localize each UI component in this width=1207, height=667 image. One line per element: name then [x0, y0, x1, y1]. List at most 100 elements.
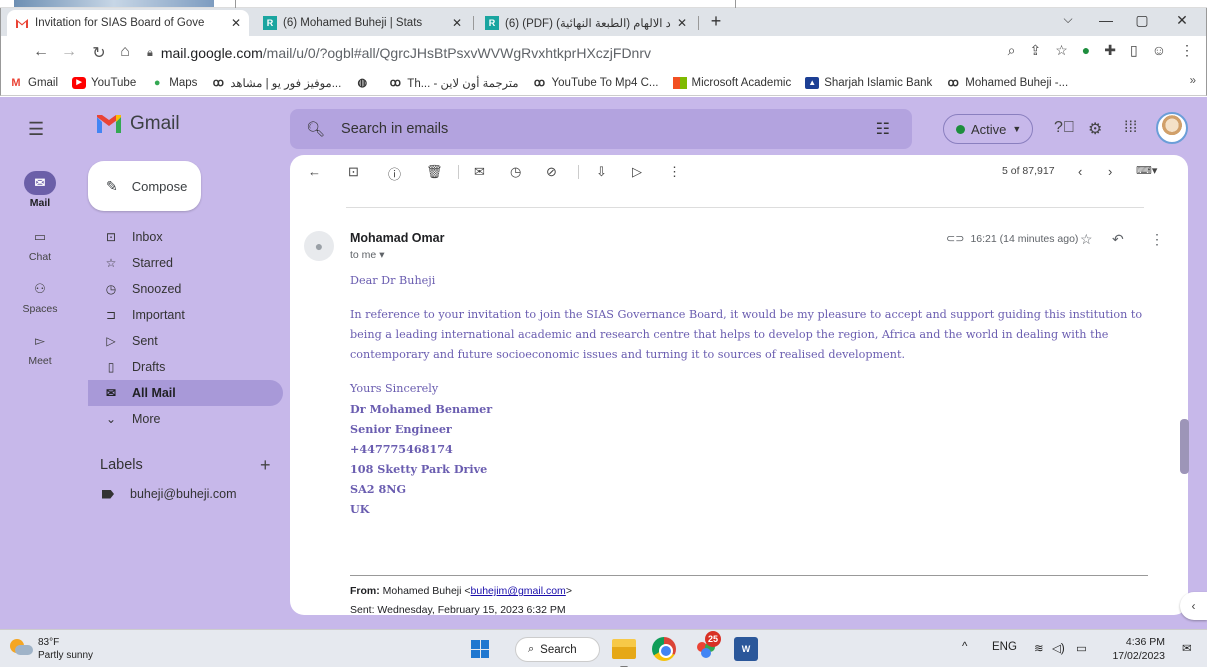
- bookmark-sib[interactable]: ▲ Sharjah Islamic Bank: [805, 76, 932, 89]
- bookmark-youtube[interactable]: ▶ YouTube: [72, 76, 136, 89]
- new-tab-button[interactable]: +: [704, 10, 728, 34]
- grammarly-icon[interactable]: ●: [1082, 42, 1090, 59]
- close-icon[interactable]: ✕: [452, 16, 462, 30]
- search-bar[interactable]: 🔍︎ Search in emails ☷: [290, 109, 912, 149]
- bookmark-star-icon[interactable]: ☆: [1055, 42, 1068, 59]
- bookmark-gmail[interactable]: M Gmail: [9, 77, 58, 89]
- bookmark-globe[interactable]: ◍: [355, 77, 374, 89]
- bookmark-maps[interactable]: ● Maps: [150, 77, 197, 89]
- signature-name: Dr Mohamed Benamer: [350, 402, 493, 416]
- snooze-icon[interactable]: ◷: [510, 164, 521, 180]
- tray-chevron-icon[interactable]: ^: [962, 641, 967, 653]
- bookmarks-overflow[interactable]: »: [1190, 75, 1196, 87]
- word-icon[interactable]: W: [734, 637, 758, 661]
- minimize-button[interactable]: —: [1091, 12, 1121, 28]
- window-close-button[interactable]: ✕: [1167, 12, 1197, 29]
- chrome-icon[interactable]: [652, 637, 676, 661]
- nav-inbox[interactable]: ⊡ Inbox: [88, 224, 283, 250]
- bookmark-translate[interactable]: ꝏ Th... - مترجمة أون لاين: [388, 76, 519, 90]
- rail-chat[interactable]: ▭ Chat: [0, 225, 80, 263]
- next-icon[interactable]: ›: [1108, 164, 1112, 179]
- add-task-icon[interactable]: ⊘: [546, 164, 557, 180]
- filter-icon[interactable]: ☷: [876, 119, 890, 139]
- archive-icon[interactable]: ⊡: [348, 164, 359, 180]
- menu-dots-icon[interactable]: ⋮: [1180, 42, 1194, 59]
- search-icon[interactable]: 🔍︎: [306, 120, 325, 138]
- back-icon[interactable]: ←: [31, 43, 51, 61]
- label-icon[interactable]: ▷: [632, 164, 642, 180]
- back-arrow-icon[interactable]: ←: [308, 164, 321, 179]
- rail-meet[interactable]: ▻ Meet: [0, 329, 80, 367]
- mail-icon: ✉: [24, 171, 56, 195]
- nav-important[interactable]: ⊐ Important: [88, 302, 283, 328]
- main-menu-icon[interactable]: ☰: [28, 119, 44, 140]
- more-vert-icon[interactable]: ⋮: [668, 164, 681, 180]
- gmail-logo[interactable]: Gmail: [96, 113, 180, 135]
- status-selector[interactable]: Active ▼: [943, 114, 1033, 144]
- scrollbar[interactable]: [1180, 419, 1189, 474]
- zoom-icon[interactable]: ⌕: [1008, 42, 1016, 59]
- keyboard-icon[interactable]: ⌨▾: [1136, 164, 1157, 177]
- forward-icon[interactable]: →: [59, 43, 79, 61]
- notifications-icon[interactable]: ✉: [1182, 641, 1192, 655]
- rail-mail[interactable]: ✉ Mail: [0, 171, 80, 209]
- rail-spaces[interactable]: ⚇ Spaces: [0, 277, 80, 315]
- tab-gmail[interactable]: Invitation for SIAS Board of Gove ✕: [7, 10, 249, 36]
- reply-icon[interactable]: ↶: [1112, 231, 1124, 248]
- bookmark-movies[interactable]: ꝏ موفيز فور يو | مشاهد...: [211, 76, 342, 90]
- delete-icon[interactable]: 🗑︎: [426, 164, 443, 180]
- account-avatar[interactable]: [1156, 112, 1188, 144]
- rail-label: Mail: [29, 197, 51, 209]
- windows-start-icon[interactable]: [471, 640, 489, 658]
- home-icon[interactable]: ⌂: [115, 43, 135, 61]
- close-icon[interactable]: ✕: [231, 16, 241, 30]
- prev-icon[interactable]: ‹: [1078, 164, 1082, 179]
- recipient-details[interactable]: to me ▾: [350, 249, 384, 261]
- reload-icon[interactable]: ↻: [89, 43, 109, 63]
- tab-pdf[interactable]: R (6) (PDF) (الطبعة النهائية) اد الالهام…: [477, 10, 695, 36]
- compose-button[interactable]: ✎ Compose: [88, 161, 201, 211]
- wifi-icon[interactable]: ≋: [1034, 641, 1044, 655]
- side-panel-toggle[interactable]: ‹: [1180, 592, 1207, 620]
- restore-button[interactable]: ▢: [1127, 12, 1157, 29]
- nav-starred[interactable]: ☆ Starred: [88, 250, 283, 276]
- settings-gear-icon[interactable]: ⚙: [1088, 119, 1102, 139]
- language-indicator[interactable]: ENG: [992, 641, 1017, 653]
- apps-grid-icon[interactable]: ⁞⁞⁞: [1124, 119, 1137, 137]
- status-label: Active: [971, 121, 1007, 137]
- help-icon[interactable]: ?⃝: [1054, 119, 1075, 137]
- bookmark-ms-academic[interactable]: Microsoft Academic: [672, 76, 791, 89]
- search-input[interactable]: Search in emails: [341, 121, 448, 137]
- label-buheji[interactable]: buheji@buheji.com: [102, 487, 237, 501]
- weather-widget[interactable]: 83°F Partly sunny: [38, 636, 93, 662]
- file-explorer-icon[interactable]: [612, 639, 636, 667]
- volume-icon[interactable]: ◁): [1052, 641, 1065, 655]
- bookmark-yt-mp4[interactable]: ꝏ YouTube To Mp4 C...: [533, 77, 659, 89]
- extensions-icon[interactable]: ✚: [1104, 42, 1116, 59]
- app-icon[interactable]: 25: [694, 631, 721, 661]
- from-email-link[interactable]: buhejim@gmail.com: [471, 585, 566, 597]
- taskbar-search[interactable]: ⌕ Search: [515, 637, 600, 662]
- profile-icon[interactable]: ☺: [1152, 42, 1166, 59]
- clock[interactable]: 4:36 PM 17/02/2023: [1103, 635, 1165, 663]
- star-icon[interactable]: ☆: [1080, 231, 1093, 248]
- sender-name[interactable]: Mohamad Omar: [350, 231, 444, 245]
- add-label-icon[interactable]: +: [260, 455, 271, 476]
- nav-all-mail[interactable]: ✉ All Mail: [88, 380, 283, 406]
- move-to-icon[interactable]: ⇩: [596, 164, 607, 180]
- nav-more[interactable]: ⌄ More: [88, 406, 283, 432]
- nav-snoozed[interactable]: ◷ Snoozed: [88, 276, 283, 302]
- weather-icon[interactable]: [10, 637, 34, 657]
- nav-drafts[interactable]: ▯ Drafts: [88, 354, 283, 380]
- tab-stats[interactable]: R (6) Mohamed Buheji | Stats ✕: [255, 10, 470, 36]
- battery-icon[interactable]: ▭: [1076, 641, 1087, 655]
- bookmark-buheji[interactable]: ꝏ Mohamed Buheji -...: [946, 77, 1069, 89]
- nav-sent[interactable]: ▷ Sent: [88, 328, 283, 354]
- share-icon[interactable]: ⇪: [1029, 42, 1041, 59]
- tab-search-icon[interactable]: ⌵: [1053, 12, 1083, 27]
- mark-unread-icon[interactable]: ✉: [474, 164, 485, 180]
- close-icon[interactable]: ✕: [677, 16, 687, 30]
- report-spam-icon[interactable]: ⓘ: [388, 164, 401, 183]
- more-vert-icon[interactable]: ⋮: [1150, 231, 1164, 248]
- sidepanel-icon[interactable]: ▯: [1130, 42, 1138, 59]
